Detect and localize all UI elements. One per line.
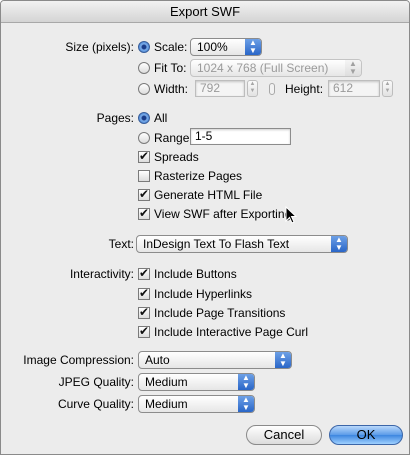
width-field[interactable]: 792 (195, 80, 245, 97)
jpeg-quality-select[interactable]: Medium ▲ ▼ (138, 373, 255, 391)
ok-button[interactable]: OK (329, 425, 403, 445)
generate-html-checkbox[interactable] (138, 189, 150, 201)
generate-html-label: Generate HTML File (154, 188, 263, 202)
height-field[interactable]: 612 (328, 80, 380, 97)
window-title: Export SWF (1, 1, 409, 23)
text-label: Text: (108, 237, 134, 251)
image-compression-value: Auto (145, 353, 170, 367)
pages-label: Pages: (96, 111, 134, 125)
chevron-updown-icon: ▲ ▼ (238, 396, 254, 412)
scale-radio[interactable] (138, 41, 150, 53)
rasterize-pages-label: Rasterize Pages (154, 169, 243, 183)
scale-value: 100% (197, 40, 228, 54)
fit-to-select[interactable]: 1024 x 768 (Full Screen) ▲ ▼ (190, 59, 362, 77)
fit-to-label: Fit To: (154, 61, 187, 75)
chevron-updown-icon: ▲ ▼ (245, 39, 261, 55)
export-swf-dialog: Export SWF Size (pixels): Scale: 100% ▲ ▼… (0, 0, 410, 455)
size-label: Size (pixels): (65, 40, 134, 54)
fit-to-value: 1024 x 768 (Full Screen) (197, 61, 329, 75)
image-compression-select[interactable]: Auto ▲ ▼ (138, 351, 292, 369)
view-swf-checkbox[interactable] (138, 208, 150, 220)
rasterize-pages-checkbox[interactable] (138, 170, 150, 182)
curve-quality-select[interactable]: Medium ▲ ▼ (138, 395, 255, 413)
pages-range-label: Range: (154, 131, 193, 145)
chevron-updown-icon: ▲ ▼ (238, 374, 254, 390)
width-label: Width: (154, 82, 189, 96)
pages-all-radio[interactable] (138, 112, 150, 124)
view-swf-label: View SWF after Exporting (154, 207, 292, 221)
jpeg-quality-label: JPEG Quality: (58, 375, 134, 389)
chevron-updown-icon: ▲ ▼ (275, 352, 291, 368)
include-hyperlinks-label: Include Hyperlinks (154, 287, 253, 301)
constrain-link-icon[interactable] (269, 83, 275, 95)
pages-all-label: All (154, 111, 168, 125)
curve-quality-value: Medium (145, 397, 188, 411)
scale-label: Scale: (154, 40, 188, 54)
include-page-curl-checkbox[interactable] (138, 326, 150, 338)
scale-combo[interactable]: 100% ▲ ▼ (190, 38, 262, 56)
text-select[interactable]: InDesign Text To Flash Text ▲ ▼ (136, 235, 348, 253)
width-radio[interactable] (138, 83, 150, 95)
mouse-cursor-icon (285, 206, 298, 224)
spreads-label: Spreads (154, 150, 199, 164)
chevron-updown-icon: ▲ ▼ (331, 236, 347, 252)
interactivity-label: Interactivity: (69, 267, 134, 281)
include-buttons-checkbox[interactable] (138, 268, 150, 280)
curve-quality-label: Curve Quality: (57, 397, 134, 411)
pages-range-field[interactable]: 1-5 (190, 128, 291, 145)
height-label: Height: (285, 82, 324, 96)
image-compression-label: Image Compression: (23, 353, 134, 367)
text-value: InDesign Text To Flash Text (143, 237, 290, 251)
chevron-updown-icon: ▲ ▼ (345, 60, 361, 76)
include-hyperlinks-checkbox[interactable] (138, 288, 150, 300)
include-page-transitions-label: Include Page Transitions (154, 306, 286, 320)
include-buttons-label: Include Buttons (154, 267, 237, 281)
jpeg-quality-value: Medium (145, 375, 188, 389)
include-page-transitions-checkbox[interactable] (138, 307, 150, 319)
height-stepper[interactable]: ▲ ▼ (382, 80, 393, 97)
spreads-checkbox[interactable] (138, 151, 150, 163)
cancel-button[interactable]: Cancel (246, 425, 322, 445)
width-stepper[interactable]: ▲ ▼ (247, 80, 258, 97)
fit-to-radio[interactable] (138, 62, 150, 74)
pages-range-radio[interactable] (138, 132, 150, 144)
include-page-curl-label: Include Interactive Page Curl (154, 325, 309, 339)
